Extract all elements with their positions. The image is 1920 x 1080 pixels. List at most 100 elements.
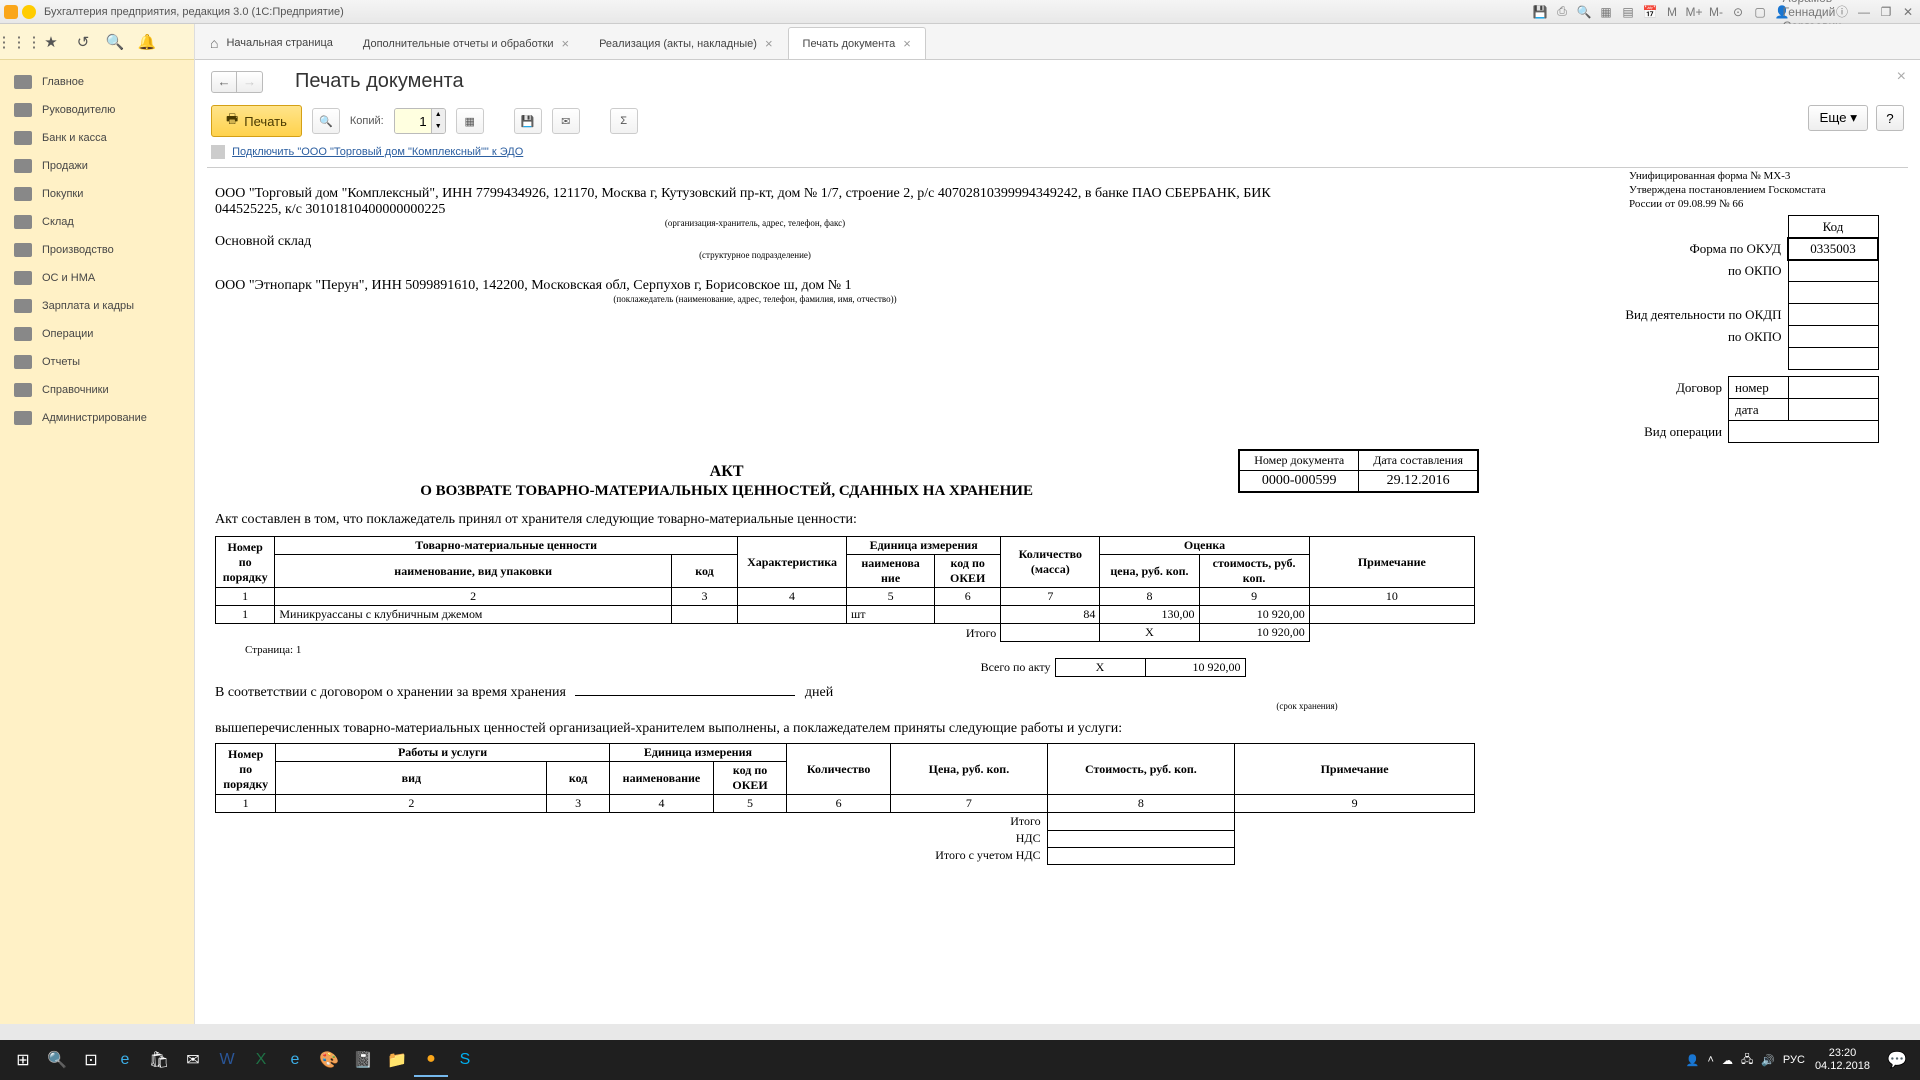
spin-up[interactable]: ▲ [431,109,445,121]
settings-button[interactable]: ▦ [456,108,484,134]
sidebar-item[interactable]: Банк и касса [0,124,194,152]
section-icon [14,327,32,341]
page-title: Печать документа [295,70,464,93]
bell-icon[interactable]: 🔔 [138,33,156,51]
app-menu-icon[interactable] [22,5,36,19]
taskview-icon[interactable]: ⊡ [74,1043,108,1077]
apps-icon[interactable]: ⋮⋮⋮ [10,33,28,51]
clock-icon[interactable]: ⊙ [1730,4,1746,20]
back-button[interactable]: ← [211,71,237,93]
toolbar: 🖶 Печать 🔍 Копий: ▲▼ ▦ 💾 ✉ Σ Еще ▾ ? [195,99,1920,143]
sidebar-item[interactable]: Покупки [0,180,194,208]
dept: Основной склад [215,234,1295,250]
info-icon[interactable]: ⓘ [1834,4,1850,20]
print-icon[interactable]: ⎙ [1554,4,1570,20]
sidebar-item[interactable]: Руководителю [0,96,194,124]
m-minus-icon[interactable]: M- [1708,4,1724,20]
skype-icon[interactable]: S [448,1043,482,1077]
word-icon[interactable]: W [210,1043,244,1077]
paint-icon[interactable]: 🎨 [312,1043,346,1077]
works-line: вышеперечисленных товарно-материальных ц… [215,721,1879,737]
minimize-icon[interactable]: — [1856,4,1872,20]
sidebar-item[interactable]: Администрирование [0,404,194,432]
sidebar-item[interactable]: Операции [0,320,194,348]
section-icon [14,243,32,257]
tab-label: Дополнительные отчеты и обработки [363,38,554,50]
tab[interactable]: Дополнительные отчеты и обработки × [348,27,584,59]
tab-close-icon[interactable]: × [561,36,569,51]
help-button[interactable]: ? [1876,105,1904,131]
window-title: Бухгалтерия предприятия, редакция 3.0 (1… [44,6,1532,18]
tab[interactable]: Печать документа × [788,27,926,59]
square-icon[interactable]: ▢ [1752,4,1768,20]
sidebar-item[interactable]: Зарплата и кадры [0,292,194,320]
notifications-icon[interactable]: 💬 [1880,1043,1914,1077]
edge-icon[interactable]: e [108,1043,142,1077]
restore-icon[interactable]: ❐ [1878,4,1894,20]
start-button[interactable]: ⊞ [6,1043,40,1077]
sidebar-label: Справочники [42,384,109,396]
store-icon[interactable]: 🛍 [142,1043,176,1077]
section-icon [14,187,32,201]
explorer-icon[interactable]: 📁 [380,1043,414,1077]
sidebar-label: ОС и НМА [42,272,95,284]
more-button[interactable]: Еще ▾ [1808,105,1868,131]
notepad-icon[interactable]: 📓 [346,1043,380,1077]
search-task-icon[interactable]: 🔍 [40,1043,74,1077]
spin-down[interactable]: ▼ [431,121,445,133]
save-icon[interactable]: 💾 [1532,4,1548,20]
sidebar-item[interactable]: Склад [0,208,194,236]
services-table: Номер по порядку Работы и услуги Единица… [215,743,1475,865]
edo-icon [211,145,225,159]
calendar-icon[interactable]: 📅 [1642,4,1658,20]
sidebar-label: Покупки [42,188,83,200]
tab-label: Начальная страница [226,37,332,49]
sidebar-label: Склад [42,216,74,228]
edo-link[interactable]: Подключить "ООО "Торговый дом "Комплексн… [232,146,523,158]
mail-icon[interactable]: ✉ [176,1043,210,1077]
copies-input[interactable] [395,109,431,133]
save-button[interactable]: 💾 [514,108,542,134]
clock[interactable]: 23:2004.12.2018 [1805,1047,1880,1073]
search-icon[interactable]: 🔍 [106,33,124,51]
section-icon [14,383,32,397]
favorite-icon[interactable]: ★ [42,33,60,51]
sidebar-item[interactable]: Отчеты [0,348,194,376]
sidebar-label: Банк и касса [42,132,107,144]
tab-label: Печать документа [803,38,896,50]
sidebar-item[interactable]: Производство [0,236,194,264]
zoom-icon[interactable]: 🔍 [1576,4,1592,20]
tab-close-icon[interactable]: × [765,36,773,51]
history-icon[interactable]: ↺ [74,33,92,51]
sidebar-item[interactable]: Продажи [0,152,194,180]
close-icon[interactable]: ✕ [1900,4,1916,20]
document-viewport[interactable]: Унифицированная форма № МХ-3Утверждена п… [207,167,1908,1014]
calc-icon[interactable]: ▦ [1598,4,1614,20]
section-icon [14,159,32,173]
sidebar-item[interactable]: Справочники [0,376,194,404]
tab-close-icon[interactable]: × [903,36,911,51]
forward-button[interactable]: → [237,71,263,93]
grid-icon[interactable]: ▤ [1620,4,1636,20]
act-title: АКТ [215,463,1879,481]
ie-icon[interactable]: e [278,1043,312,1077]
m-icon[interactable]: M [1664,4,1680,20]
tab[interactable]: ⌂Начальная страница [195,26,348,59]
preview-button[interactable]: 🔍 [312,108,340,134]
sum-button[interactable]: Σ [610,108,638,134]
1c-icon[interactable]: ● [414,1043,448,1077]
m-plus-icon[interactable]: M+ [1686,4,1702,20]
print-button[interactable]: 🖶 Печать [211,105,302,137]
act-subtitle: О ВОЗВРАТЕ ТОВАРНО-МАТЕРИАЛЬНЫХ ЦЕННОСТЕ… [215,483,1879,500]
system-tray[interactable]: 👤˄ ☁🖧 🔊РУС [1686,1051,1805,1070]
user-name[interactable]: Абрамов Геннадий Сергеевич [1804,4,1820,20]
close-page-button[interactable]: × [1897,68,1906,86]
sidebar-item[interactable]: ОС и НМА [0,264,194,292]
copies-label: Копий: [350,115,384,127]
excel-icon[interactable]: X [244,1043,278,1077]
org-line: ООО "Торговый дом "Комплексный", ИНН 779… [215,186,1295,218]
email-button[interactable]: ✉ [552,108,580,134]
sidebar-item[interactable]: Главное [0,68,194,96]
tab[interactable]: Реализация (акты, накладные)× [584,27,787,59]
copies-spinner[interactable]: ▲▼ [394,108,446,134]
